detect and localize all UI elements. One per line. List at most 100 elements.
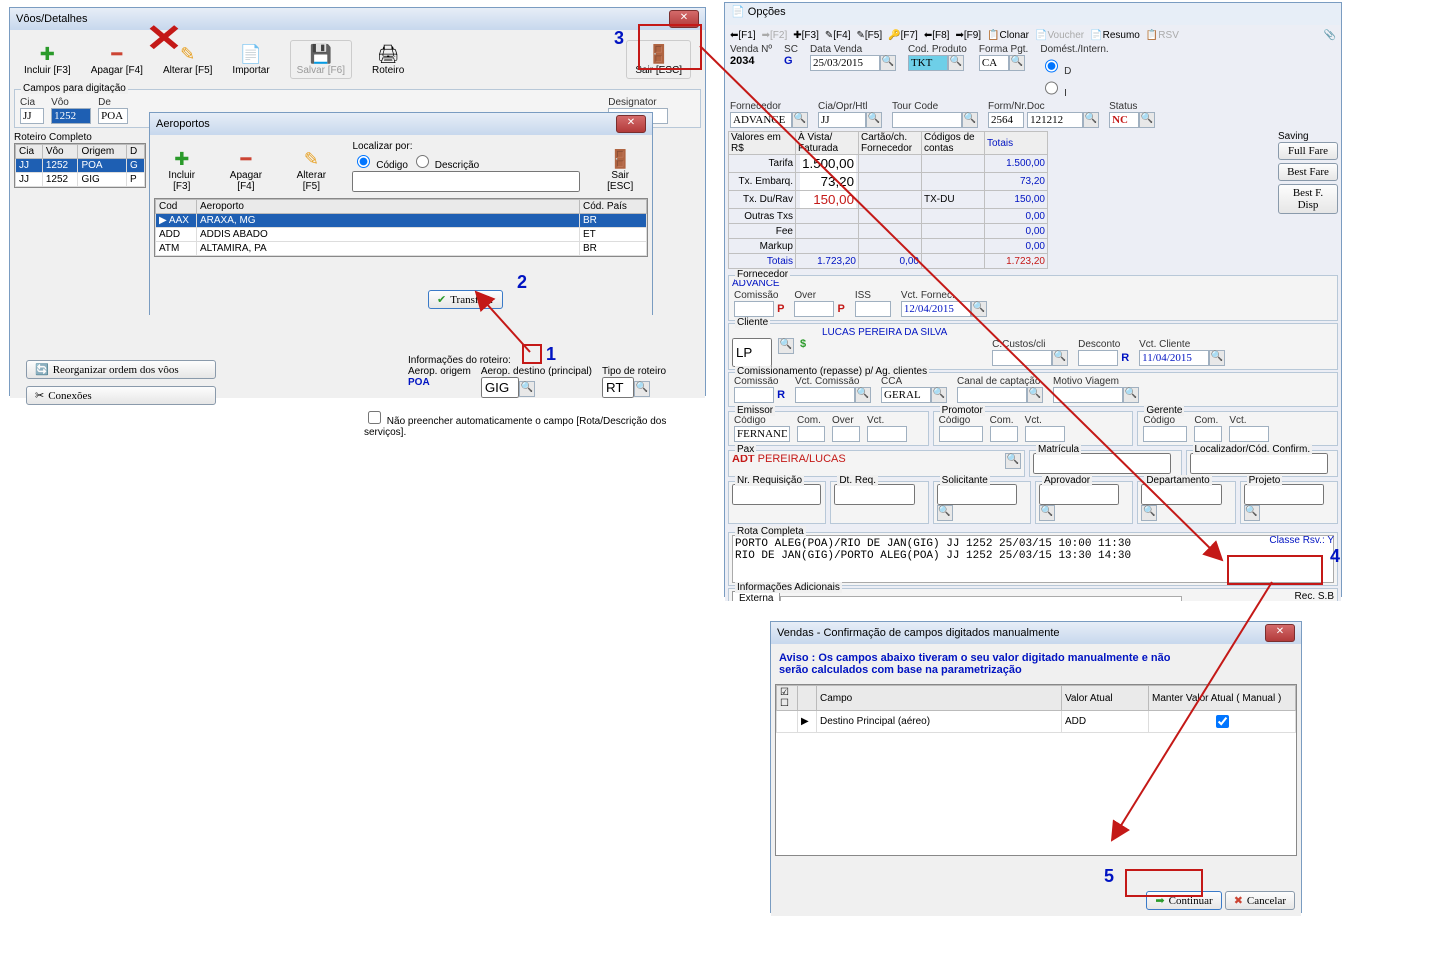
sair-button[interactable]: 🚪Sair [ESC] bbox=[598, 148, 642, 192]
int-radio[interactable] bbox=[1045, 80, 1058, 96]
lookup-icon[interactable]: 🔍 bbox=[1209, 350, 1225, 366]
fullfare-button[interactable]: Full Fare bbox=[1278, 142, 1338, 160]
emover-input[interactable] bbox=[832, 426, 860, 442]
cia-input[interactable] bbox=[20, 108, 44, 124]
lookup-icon[interactable]: 🔍 bbox=[948, 55, 964, 71]
nrreq-input[interactable] bbox=[732, 484, 821, 505]
table-row[interactable]: JJ1252GIGP bbox=[16, 173, 145, 187]
lookup-icon[interactable]: 🔍 bbox=[937, 505, 953, 521]
form1-input[interactable] bbox=[988, 112, 1024, 128]
lookup-icon[interactable]: 🔍 bbox=[792, 112, 808, 128]
localizador-input[interactable] bbox=[1190, 453, 1328, 474]
manter-checkbox[interactable] bbox=[1216, 715, 1229, 728]
matricula-input[interactable] bbox=[1033, 453, 1171, 474]
produto-input[interactable] bbox=[908, 55, 948, 71]
descricao-radio[interactable] bbox=[416, 155, 429, 168]
f8-button[interactable]: ⬅[F8] bbox=[924, 30, 950, 41]
voo-input[interactable] bbox=[51, 108, 91, 124]
f3-button[interactable]: ✚[F3] bbox=[793, 30, 819, 41]
f7-button[interactable]: 🔑[F7] bbox=[888, 30, 918, 41]
comrep-input[interactable] bbox=[734, 387, 774, 403]
lookup-icon[interactable]: 🔍 bbox=[1244, 505, 1260, 521]
gervct-input[interactable] bbox=[1229, 426, 1269, 442]
info-textarea[interactable] bbox=[780, 596, 1182, 601]
lookup-icon[interactable]: 🔍 bbox=[1052, 350, 1068, 366]
bestfdisp-button[interactable]: Best F. Disp bbox=[1278, 184, 1338, 214]
prom-input[interactable] bbox=[939, 426, 983, 442]
lookup-icon[interactable]: 🔍 bbox=[1039, 505, 1055, 521]
titlebar-voos[interactable]: Vôos/Detalhes ✕ bbox=[10, 8, 705, 30]
close-icon[interactable]: ✕ bbox=[669, 10, 699, 28]
lookup-icon[interactable]: 🔍 bbox=[962, 112, 978, 128]
continuar-button[interactable]: ➡ Continuar bbox=[1146, 891, 1221, 910]
codigo-radio[interactable] bbox=[357, 155, 370, 168]
emcom-input[interactable] bbox=[797, 426, 825, 442]
f5-button[interactable]: ✎[F5] bbox=[857, 30, 883, 41]
vctcom-input[interactable] bbox=[795, 387, 855, 403]
f4-button[interactable]: ✎[F4] bbox=[825, 30, 851, 41]
alterar-button[interactable]: ✎Alterar [F5] bbox=[288, 148, 334, 192]
data-venda-input[interactable] bbox=[810, 55, 880, 71]
incluir-button[interactable]: ✚Incluir [F3] bbox=[160, 148, 204, 192]
sair-button[interactable]: 🚪Sair [ESC] bbox=[626, 40, 691, 79]
f1-button[interactable]: ⬅[F1] bbox=[730, 30, 756, 41]
resumo-button[interactable]: 📄Resumo bbox=[1090, 30, 1140, 41]
lookup-icon[interactable]: 🔍 bbox=[1027, 387, 1043, 403]
cca-input[interactable] bbox=[881, 387, 931, 403]
titlebar-opcoes[interactable]: 📄 Opções bbox=[725, 3, 1341, 25]
nao-preencher-checkbox[interactable] bbox=[368, 411, 381, 424]
cancelar-button[interactable]: ✖ Cancelar bbox=[1225, 891, 1295, 910]
incluir-button[interactable]: ✚Incluir [F3] bbox=[24, 43, 71, 76]
fornecedor-input[interactable] bbox=[730, 112, 792, 128]
cc-input[interactable] bbox=[992, 350, 1052, 366]
tarifa-input[interactable] bbox=[800, 155, 856, 172]
apagar-button[interactable]: ━Apagar [F4] bbox=[222, 148, 271, 192]
dep-input[interactable] bbox=[1141, 484, 1221, 505]
lookup-icon[interactable]: 🔍 bbox=[880, 55, 896, 71]
emissor-input[interactable] bbox=[734, 426, 790, 442]
embarq-input[interactable] bbox=[800, 173, 856, 190]
table-row[interactable]: JJ1252POAG bbox=[16, 159, 145, 173]
gercom-input[interactable] bbox=[1194, 426, 1222, 442]
cia-input[interactable] bbox=[818, 112, 866, 128]
lookup-icon[interactable]: 🔍 bbox=[866, 112, 882, 128]
over-input[interactable] bbox=[794, 301, 834, 317]
tour-input[interactable] bbox=[892, 112, 962, 128]
lookup-icon[interactable]: 🔍 bbox=[971, 301, 987, 317]
close-icon[interactable]: ✕ bbox=[616, 115, 646, 133]
reorganizar-button[interactable]: 🔄 Reorganizar ordem dos vôos bbox=[26, 360, 216, 379]
dest-input[interactable] bbox=[481, 377, 519, 398]
roteiro-button[interactable]: 🖨Roteiro bbox=[372, 43, 404, 76]
desc-input[interactable] bbox=[1078, 350, 1118, 366]
search-input[interactable] bbox=[352, 171, 580, 192]
promvct-input[interactable] bbox=[1025, 426, 1065, 442]
titlebar-confirm[interactable]: Vendas - Confirmação de campos digitados… bbox=[771, 622, 1301, 644]
com-input[interactable] bbox=[734, 301, 774, 317]
lookup-icon[interactable]: 🔍 bbox=[1139, 112, 1155, 128]
aeroportos-table[interactable]: CodAeroportoCód. País ▶ AAXARAXA, MGBR A… bbox=[155, 199, 647, 256]
canal-input[interactable] bbox=[957, 387, 1027, 403]
transferir-button[interactable]: ✔ Transferir bbox=[428, 290, 503, 309]
lookup-icon[interactable]: 🔍 bbox=[855, 387, 871, 403]
promcom-input[interactable] bbox=[990, 426, 1018, 442]
lookup-icon[interactable]: 🔍 bbox=[519, 381, 535, 397]
clip-icon[interactable]: 📎 bbox=[1324, 30, 1336, 41]
apagar-button[interactable]: ━Apagar [F4] bbox=[91, 43, 143, 76]
motivo-input[interactable] bbox=[1053, 387, 1123, 403]
confirm-table[interactable]: ☑☐CampoValor AtualManter Valor Atual ( M… bbox=[776, 685, 1296, 733]
vctcli-input[interactable] bbox=[1139, 350, 1209, 366]
bestfare-button[interactable]: Best Fare bbox=[1278, 163, 1338, 181]
table-row[interactable]: ▶ AAXARAXA, MGBR bbox=[156, 214, 647, 228]
tipo-input[interactable] bbox=[602, 377, 634, 398]
alterar-button[interactable]: ✎Alterar [F5] bbox=[163, 43, 212, 76]
titlebar-aeroportos[interactable]: Aeroportos ✕ bbox=[150, 113, 652, 135]
sol-input[interactable] bbox=[937, 484, 1017, 505]
vctforn-input[interactable] bbox=[901, 301, 971, 317]
lookup-icon[interactable]: 🔍 bbox=[1083, 112, 1099, 128]
table-row[interactable]: ATMALTAMIRA, PABR bbox=[156, 242, 647, 256]
cliente-input[interactable] bbox=[732, 338, 772, 367]
table-row[interactable]: ▶Destino Principal (aéreo)ADD bbox=[777, 711, 1296, 733]
conexoes-button[interactable]: ✂ Conexões bbox=[26, 386, 216, 405]
table-row[interactable]: ADDADDIS ABADOET bbox=[156, 228, 647, 242]
iss-input[interactable] bbox=[855, 301, 891, 317]
